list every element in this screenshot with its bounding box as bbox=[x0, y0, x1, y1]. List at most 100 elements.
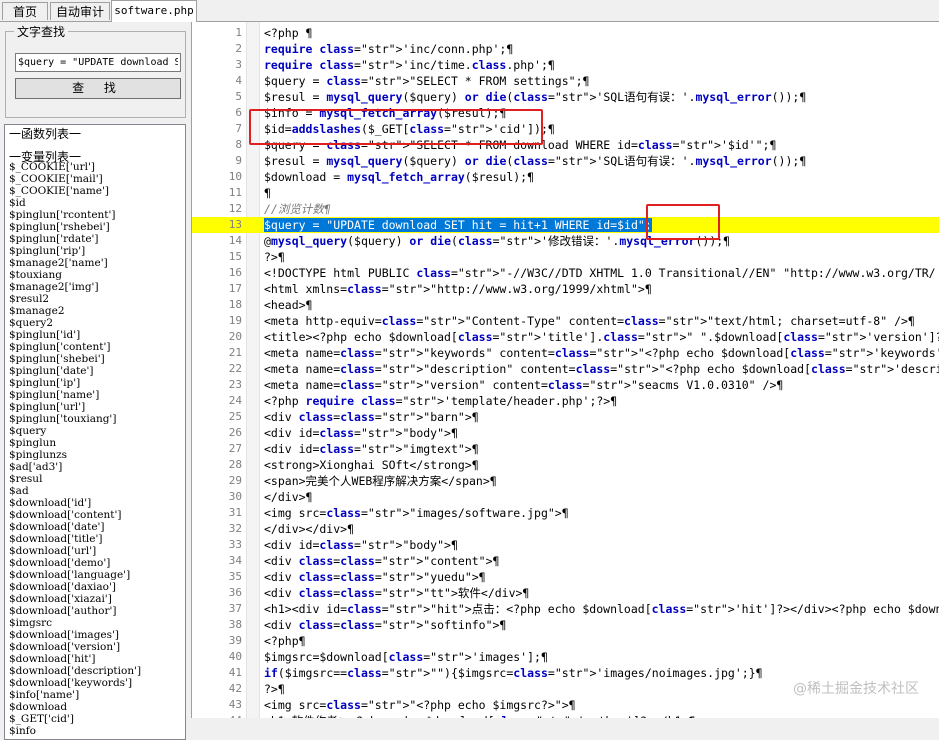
variable-list-item[interactable]: $info['name'] bbox=[9, 689, 141, 701]
variable-list-item[interactable]: $download['url'] bbox=[9, 545, 141, 557]
variable-list-item[interactable]: $download['author'] bbox=[9, 605, 141, 617]
variable-list-item[interactable]: $download['daxiao'] bbox=[9, 581, 141, 593]
variable-list-item[interactable]: $download['language'] bbox=[9, 569, 141, 581]
variable-list-item[interactable]: $manage2['img'] bbox=[9, 281, 141, 293]
variable-list-item[interactable]: $pinglun['date'] bbox=[9, 365, 141, 377]
code-line[interactable]: 27 <div id=class="str">"imgtext">¶ bbox=[192, 441, 939, 457]
code-editor[interactable]: 1 <?php ¶ 2 require class="str">'inc/conn.p… bbox=[191, 22, 939, 718]
variable-list-item[interactable]: $pinglun['rdate'] bbox=[9, 233, 141, 245]
variable-list-item[interactable]: $pinglun['url'] bbox=[9, 401, 141, 413]
code-line[interactable]: 35 <div class=class="str">"yuedu">¶ bbox=[192, 569, 939, 585]
code-line[interactable]: 16 <!DOCTYPE html PUBLIC class="str">"-//… bbox=[192, 265, 939, 281]
code-text: <h1><div id=class="str">"hit">点击：<?php e… bbox=[264, 602, 939, 616]
variable-list-item[interactable]: $info bbox=[9, 725, 141, 737]
variable-list-item[interactable]: $download['description'] bbox=[9, 665, 141, 677]
tab-home[interactable]: 首页 bbox=[2, 2, 48, 20]
code-line[interactable]: 24 <?php require class="str">'template/he… bbox=[192, 393, 939, 409]
code-line[interactable]: 23 <meta name=class="str">"version" conte… bbox=[192, 377, 939, 393]
variable-list-item[interactable]: $id bbox=[9, 197, 141, 209]
code-line[interactable]: 22 <meta name=class="str">"description" c… bbox=[192, 361, 939, 377]
code-text: <strong>Xionghai SOft</strong>¶ bbox=[264, 458, 479, 472]
code-line[interactable]: 36 <div class=class="str">"tt">软件</div>¶ bbox=[192, 585, 939, 601]
variable-list-item[interactable]: $download['date'] bbox=[9, 521, 141, 533]
code-line[interactable]: 44 <h1>软件作者：<?php echo $download[class="s… bbox=[192, 713, 939, 718]
variable-list-item[interactable]: $resul bbox=[9, 473, 141, 485]
tab-software-php[interactable]: software.php bbox=[111, 0, 197, 22]
variable-list-item[interactable]: $pinglun['ip'] bbox=[9, 377, 141, 389]
variable-list-item[interactable]: $query2 bbox=[9, 317, 141, 329]
variable-list-item[interactable]: $_COOKIE['url'] bbox=[9, 161, 141, 173]
code-line[interactable]: 33 <div id=class="str">"body">¶ bbox=[192, 537, 939, 553]
variable-list-item[interactable]: $query bbox=[9, 425, 141, 437]
code-line[interactable]: 31 <img src=class="str">"images/software.… bbox=[192, 505, 939, 521]
variable-list-item[interactable]: $download['xiazai'] bbox=[9, 593, 141, 605]
code-line[interactable]: 26 <div id=class="str">"body">¶ bbox=[192, 425, 939, 441]
code-line[interactable]: 25 <div class=class="str">"barn">¶ bbox=[192, 409, 939, 425]
variable-list-item[interactable]: $pinglun['content'] bbox=[9, 341, 141, 353]
code-line[interactable]: 19 <meta http-equiv=class="str">"Content-… bbox=[192, 313, 939, 329]
variable-list-item[interactable]: $pinglun['name'] bbox=[9, 389, 141, 401]
variable-list-item[interactable]: $download bbox=[9, 701, 141, 713]
search-button[interactable]: 查 找 bbox=[15, 78, 181, 99]
code-line[interactable]: 3 require class="str">'inc/time.class.php… bbox=[192, 57, 939, 73]
line-number: 43 bbox=[228, 698, 242, 711]
code-line[interactable]: 11 ¶ bbox=[192, 185, 939, 201]
variable-list-item[interactable]: $pinglun['touxiang'] bbox=[9, 413, 141, 425]
variable-list-item[interactable]: $download['version'] bbox=[9, 641, 141, 653]
variable-list-item[interactable]: $download['demo'] bbox=[9, 557, 141, 569]
variable-list-item[interactable]: $ad bbox=[9, 485, 141, 497]
code-line[interactable]: 34 <div class=class="str">"content">¶ bbox=[192, 553, 939, 569]
variable-list-item[interactable]: $pinglun['rcontent'] bbox=[9, 209, 141, 221]
code-line[interactable]: 1 <?php ¶ bbox=[192, 25, 939, 41]
code-line[interactable]: 14 @mysql_query($query) or die(class="str… bbox=[192, 233, 939, 249]
code-line[interactable]: 10 $download = mysql_fetch_array($resul);… bbox=[192, 169, 939, 185]
line-number: 24 bbox=[228, 394, 242, 407]
variable-list-item[interactable]: $download['hit'] bbox=[9, 653, 141, 665]
variable-list-item[interactable]: $download['keywords'] bbox=[9, 677, 141, 689]
variable-list-item[interactable]: $pinglun['id'] bbox=[9, 329, 141, 341]
code-line[interactable]: 12 //浏览计数¶ bbox=[192, 201, 939, 217]
code-line[interactable]: 32 </div></div>¶ bbox=[192, 521, 939, 537]
code-line[interactable]: 4 $query = class="str">"SELECT * FROM set… bbox=[192, 73, 939, 89]
search-input[interactable] bbox=[15, 53, 181, 72]
code-line[interactable]: 38 <div class=class="str">"softinfo">¶ bbox=[192, 617, 939, 633]
variable-list-item[interactable]: $pinglunzs bbox=[9, 449, 141, 461]
code-line[interactable]: 15 ?>¶ bbox=[192, 249, 939, 265]
variable-list-item[interactable]: $download['id'] bbox=[9, 497, 141, 509]
variable-list-item[interactable]: $pinglun['rip'] bbox=[9, 245, 141, 257]
variable-list-item[interactable]: $touxiang bbox=[9, 269, 141, 281]
code-text: </div>¶ bbox=[264, 490, 313, 504]
code-line[interactable]: 40 $imgsrc=$download[class="str">'images'… bbox=[192, 649, 939, 665]
variable-list-item[interactable]: $pinglun['shebei'] bbox=[9, 353, 141, 365]
code-line[interactable]: 37 <h1><div id=class="str">"hit">点击：<?php… bbox=[192, 601, 939, 617]
code-line[interactable]: 21 <meta name=class="str">"keywords" cont… bbox=[192, 345, 939, 361]
code-line[interactable]: 43 <img src=class="str">"<?php echo $imgs… bbox=[192, 697, 939, 713]
variable-list-item[interactable]: $download['images'] bbox=[9, 629, 141, 641]
code-text: <meta name=class="str">"keywords" conten… bbox=[264, 346, 939, 360]
code-line[interactable]: 20 <title><?php echo $download[class="str… bbox=[192, 329, 939, 345]
code-line[interactable]: 5 $resul = mysql_query($query) or die(cla… bbox=[192, 89, 939, 105]
code-line[interactable]: 2 require class="str">'inc/conn.php';¶ bbox=[192, 41, 939, 57]
code-line[interactable]: 13 $query = "UPDATE download SET hit = hi… bbox=[192, 217, 939, 233]
variable-list-item[interactable]: $pinglun['rshebei'] bbox=[9, 221, 141, 233]
code-line[interactable]: 28 <strong>Xionghai SOft</strong>¶ bbox=[192, 457, 939, 473]
code-line[interactable]: 29 <span>完美个人WEB程序解决方案</span>¶ bbox=[192, 473, 939, 489]
tab-auto-audit[interactable]: 自动审计 bbox=[50, 2, 110, 20]
variable-list-item[interactable]: $download['content'] bbox=[9, 509, 141, 521]
code-line[interactable]: 9 $resul = mysql_query($query) or die(cla… bbox=[192, 153, 939, 169]
variable-list-item[interactable]: $_COOKIE['name'] bbox=[9, 185, 141, 197]
code-line[interactable]: 30 </div>¶ bbox=[192, 489, 939, 505]
symbol-list[interactable]: 一函数列表一 一变量列表一 $_COOKIE['url'] $_COOKIE['m… bbox=[4, 124, 186, 740]
variable-list-item[interactable]: $ad['ad3'] bbox=[9, 461, 141, 473]
variable-list-item[interactable]: $_GET['cid'] bbox=[9, 713, 141, 725]
variable-list-item[interactable]: $_COOKIE['mail'] bbox=[9, 173, 141, 185]
code-line[interactable]: 18 <head>¶ bbox=[192, 297, 939, 313]
variable-list-item[interactable]: $manage2['name'] bbox=[9, 257, 141, 269]
variable-list-item[interactable]: $imgsrc bbox=[9, 617, 141, 629]
code-line[interactable]: 39 <?php¶ bbox=[192, 633, 939, 649]
code-line[interactable]: 17 <html xmlns=class="str">"http://www.w3… bbox=[192, 281, 939, 297]
variable-list-item[interactable]: $resul2 bbox=[9, 293, 141, 305]
variable-list-item[interactable]: $manage2 bbox=[9, 305, 141, 317]
variable-list-item[interactable]: $pinglun bbox=[9, 437, 141, 449]
variable-list-item[interactable]: $download['title'] bbox=[9, 533, 141, 545]
